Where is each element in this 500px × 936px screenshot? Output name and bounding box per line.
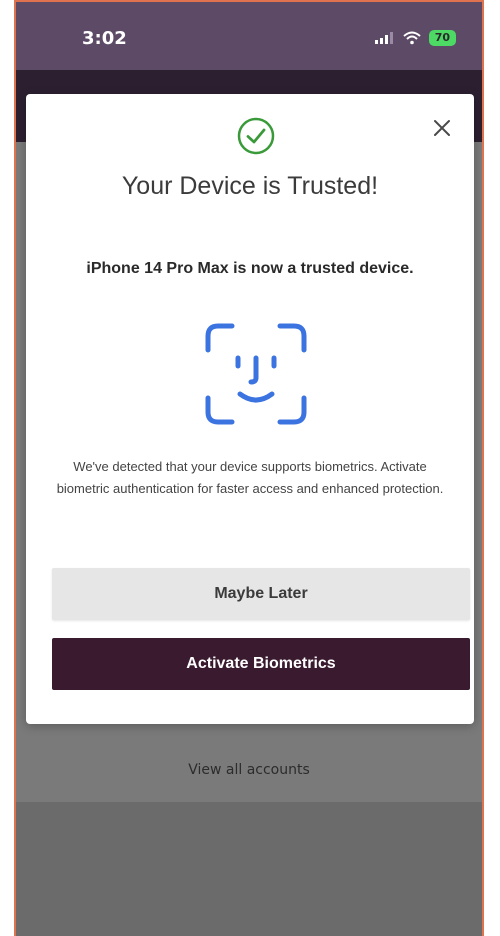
- maybe-later-button[interactable]: Maybe Later: [52, 568, 470, 620]
- status-time: 3:02: [82, 28, 127, 49]
- dimmed-backdrop-lower: [16, 802, 482, 936]
- activate-biometrics-button[interactable]: Activate Biometrics: [52, 638, 470, 690]
- device-frame: 3:02 70 View all accounts Your Device is…: [14, 0, 484, 936]
- battery-icon: 70: [428, 30, 456, 46]
- status-icons: 70: [374, 30, 456, 46]
- close-icon: [434, 120, 450, 136]
- wifi-icon: [403, 31, 421, 45]
- view-all-accounts-link[interactable]: View all accounts: [16, 762, 482, 778]
- close-button[interactable]: [428, 114, 456, 142]
- biometrics-description: We've detected that your device supports…: [56, 459, 444, 496]
- face-id-icon: [205, 323, 307, 425]
- trusted-device-message: iPhone 14 Pro Max is now a trusted devic…: [86, 260, 414, 277]
- modal-title: Your Device is Trusted!: [121, 172, 379, 200]
- check-circle-icon: [237, 117, 275, 155]
- status-bar: 3:02 70: [16, 2, 482, 70]
- signal-icon: [374, 32, 393, 44]
- trusted-device-modal: Your Device is Trusted! iPhone 14 Pro Ma…: [26, 94, 474, 724]
